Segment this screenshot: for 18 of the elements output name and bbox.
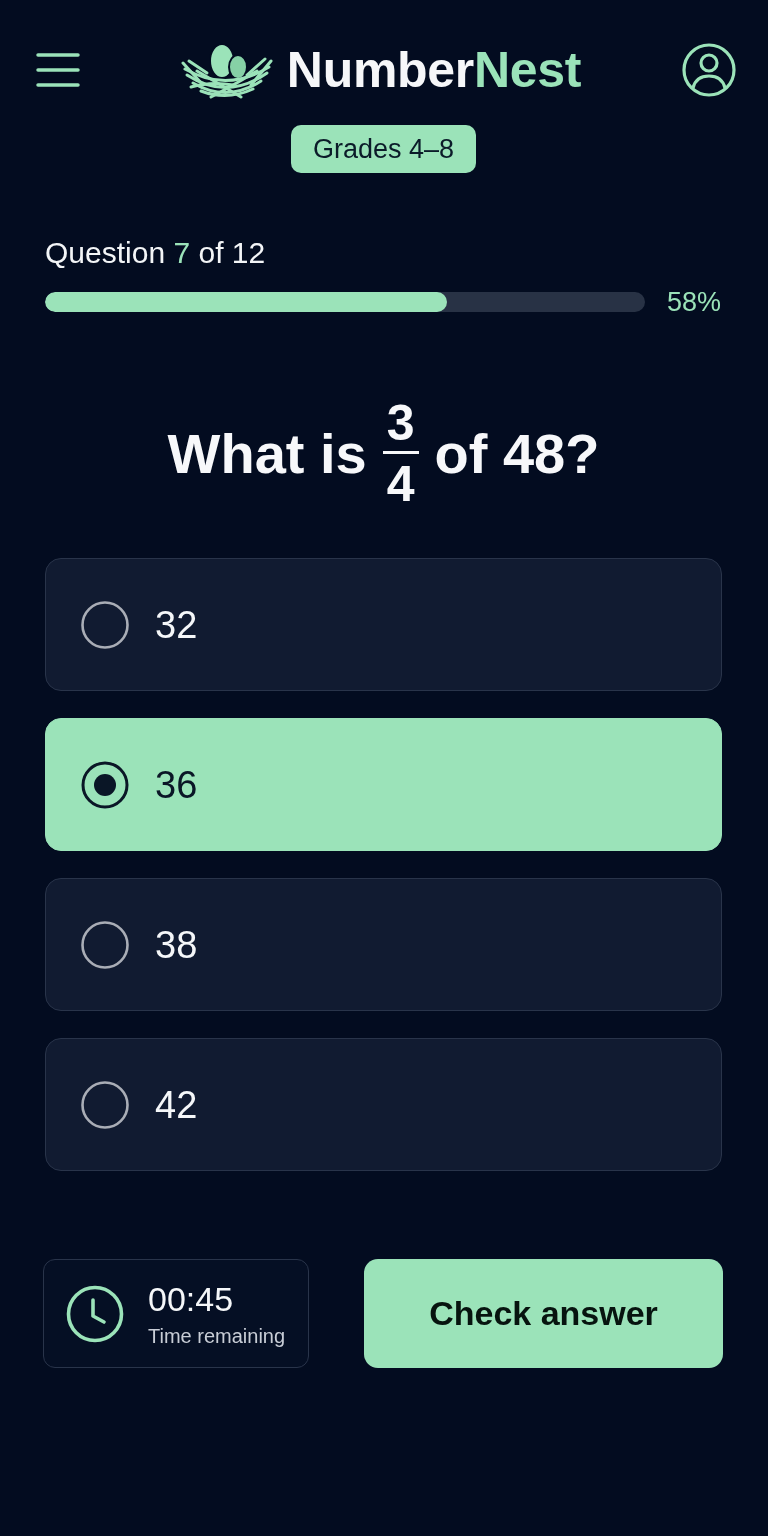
progress-percent: 58%: [666, 287, 721, 317]
answer-option[interactable]: 36: [45, 718, 722, 851]
radio-icon: [81, 1080, 129, 1129]
question-counter: Question 7 of 12: [45, 236, 266, 270]
radio-icon: [81, 920, 129, 969]
brand-name: NumberNest: [286, 41, 582, 99]
timer-caption: Time remaining: [148, 1323, 286, 1348]
grade-badge: Grades 4–8: [290, 125, 477, 173]
answer-option[interactable]: 38: [45, 878, 722, 1011]
answer-option[interactable]: 42: [45, 1038, 722, 1171]
check-answer-button[interactable]: Check answer: [364, 1259, 723, 1368]
timer-value: 00:45: [148, 1279, 234, 1318]
menu-icon[interactable]: [36, 53, 80, 87]
user-icon[interactable]: [682, 43, 736, 97]
radio-icon: [81, 760, 129, 809]
radio-icon: [81, 600, 129, 649]
clock-icon: [66, 1284, 124, 1343]
answer-option[interactable]: 32: [45, 558, 722, 691]
